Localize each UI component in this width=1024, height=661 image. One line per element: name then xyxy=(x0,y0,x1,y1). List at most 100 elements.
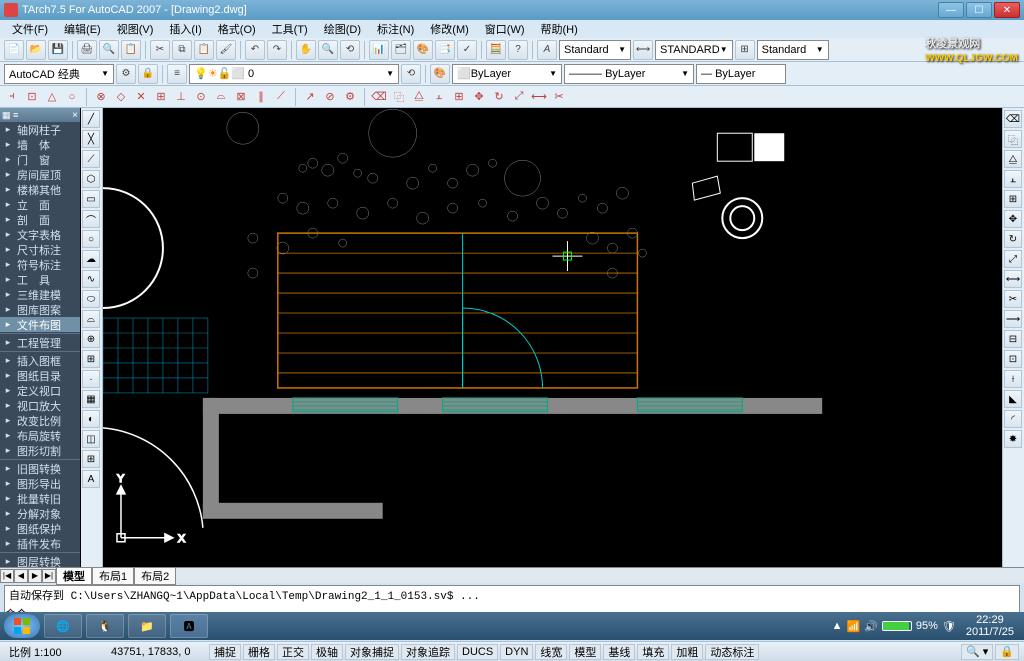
status-toggle[interactable]: 正交 xyxy=(277,644,309,660)
task-explorer-icon[interactable]: 📁 xyxy=(128,614,166,638)
polygon-tool[interactable]: ⬡ xyxy=(82,170,100,188)
tab-nav-button[interactable]: ◀ xyxy=(14,569,28,583)
layer-prev-button[interactable]: ⟲ xyxy=(401,64,421,84)
panel-item[interactable]: ▸改变比例 xyxy=(0,413,80,428)
panel-item[interactable]: ▸工程管理 xyxy=(0,335,80,350)
status-toggle[interactable]: 加粗 xyxy=(671,644,703,660)
hatch-tool[interactable]: ▦ xyxy=(82,390,100,408)
task-qq-icon[interactable]: 🐧 xyxy=(86,614,124,638)
mod-mirror-icon[interactable]: ⧋ xyxy=(411,89,427,105)
panel-item[interactable]: ▸工 具 xyxy=(0,272,80,287)
menu-t[interactable]: 工具(T) xyxy=(264,19,316,39)
workspace-select[interactable]: AutoCAD 经典▼ xyxy=(4,64,114,84)
start-button[interactable] xyxy=(4,614,40,638)
task-autocad-icon[interactable]: 🅰 xyxy=(170,614,208,638)
snap-par-icon[interactable]: ∥ xyxy=(253,89,269,105)
status-toggle[interactable]: 对象追踪 xyxy=(401,644,455,660)
status-toggle[interactable]: DUCS xyxy=(457,644,498,660)
mark-button[interactable]: ✓ xyxy=(457,40,477,60)
panel-item[interactable]: ▸楼梯其他 xyxy=(0,182,80,197)
panel-item[interactable]: ▸布局旋转 xyxy=(0,428,80,443)
line-tool[interactable]: ╱ xyxy=(82,110,100,128)
snap-from-icon[interactable]: ↗ xyxy=(302,89,318,105)
color-button[interactable]: 🎨 xyxy=(430,64,450,84)
tray-flag-icon[interactable]: ▲ xyxy=(832,620,843,632)
tablestyle-icon[interactable]: ⊞ xyxy=(735,40,755,60)
menu-n[interactable]: 标注(N) xyxy=(369,19,422,39)
panel-item[interactable]: ▸视口放大 xyxy=(0,398,80,413)
panel-close-icon[interactable]: × xyxy=(72,110,78,121)
offset-tool[interactable]: ⫠ xyxy=(1004,170,1022,188)
pline-tool[interactable]: ⟋ xyxy=(82,150,100,168)
cut-button[interactable]: ✂ xyxy=(150,40,170,60)
props-button[interactable]: 📊 xyxy=(369,40,389,60)
panel-item[interactable]: ▸图库图案 xyxy=(0,302,80,317)
scale-tool[interactable]: ⤢ xyxy=(1004,250,1022,268)
spline-tool[interactable]: ∿ xyxy=(82,270,100,288)
zoom-button[interactable]: 🔍 xyxy=(318,40,338,60)
zoom-prev-button[interactable]: ⟲ xyxy=(340,40,360,60)
status-toggle[interactable]: 线宽 xyxy=(535,644,567,660)
panel-item[interactable]: ▸剖 面 xyxy=(0,212,80,227)
tab-nav-button[interactable]: ▶ xyxy=(28,569,42,583)
drawing-canvas[interactable]: Y X xyxy=(103,108,1002,567)
fillet-tool[interactable]: ◜ xyxy=(1004,410,1022,428)
snap-app-icon[interactable]: ⊠ xyxy=(233,89,249,105)
linetype-select[interactable]: ——— ByLayer▼ xyxy=(564,64,694,84)
panel-item[interactable]: ▸批量转旧 xyxy=(0,491,80,506)
menu-w[interactable]: 窗口(W) xyxy=(477,19,533,39)
color-select[interactable]: ⬜ByLayer▼ xyxy=(452,64,562,84)
rect-tool[interactable]: ▭ xyxy=(82,190,100,208)
snap-set-icon[interactable]: ⚙ xyxy=(342,89,358,105)
menu-f[interactable]: 文件(F) xyxy=(4,19,56,39)
trim-tool[interactable]: ✂ xyxy=(1004,290,1022,308)
circle-tool[interactable]: ○ xyxy=(82,230,100,248)
annotation-scale-button[interactable]: 🔍 ▾ xyxy=(961,644,993,660)
status-toggle[interactable]: 基线 xyxy=(603,644,635,660)
panel-item[interactable]: ▸定义视口 xyxy=(0,383,80,398)
panel-item[interactable]: ▸门 窗 xyxy=(0,152,80,167)
dimstyle-icon[interactable]: ⟷ xyxy=(633,40,653,60)
ellipse-tool[interactable]: ⬭ xyxy=(82,290,100,308)
paste-button[interactable]: 📋 xyxy=(194,40,214,60)
status-toggle[interactable]: 栅格 xyxy=(243,644,275,660)
lock-button[interactable]: 🔒 xyxy=(995,644,1019,660)
menu-e[interactable]: 编辑(E) xyxy=(56,19,109,39)
break2-tool[interactable]: ⊡ xyxy=(1004,350,1022,368)
panel-item[interactable]: ▸旧图转换 xyxy=(0,461,80,476)
match-button[interactable]: 🖌 xyxy=(216,40,236,60)
panel-item[interactable]: ▸符号标注 xyxy=(0,257,80,272)
mod-trim-icon[interactable]: ✂ xyxy=(551,89,567,105)
layer-manager-button[interactable]: ≡ xyxy=(167,64,187,84)
minimize-button[interactable]: — xyxy=(938,2,964,18)
insert-tool[interactable]: ⊕ xyxy=(82,330,100,348)
panel-item[interactable]: ▸三维建模 xyxy=(0,287,80,302)
revcloud-tool[interactable]: ☁ xyxy=(82,250,100,268)
move-tool[interactable]: ✥ xyxy=(1004,210,1022,228)
panel-item[interactable]: ▸图形切割 xyxy=(0,443,80,458)
gradient-tool[interactable]: ◐ xyxy=(82,410,100,428)
layout-tab[interactable]: 布局2 xyxy=(134,567,176,585)
tray-shield-icon[interactable]: 🛡 xyxy=(942,620,956,633)
panel-header[interactable]: ▦ ≡ × xyxy=(0,108,80,122)
menu-v[interactable]: 视图(V) xyxy=(109,19,162,39)
print-button[interactable]: 🖨 xyxy=(77,40,97,60)
dimstyle-select[interactable]: STANDARD▼ xyxy=(655,40,733,60)
mirror-tool[interactable]: ⧋ xyxy=(1004,150,1022,168)
status-toggle[interactable]: 模型 xyxy=(569,644,601,660)
xline-tool[interactable]: ╳ xyxy=(82,130,100,148)
erase-tool[interactable]: ⌫ xyxy=(1004,110,1022,128)
status-toggle[interactable]: DYN xyxy=(500,644,533,660)
layout-tab[interactable]: 模型 xyxy=(56,567,92,585)
array-tool[interactable]: ⊞ xyxy=(1004,190,1022,208)
layout-tab[interactable]: 布局1 xyxy=(92,567,134,585)
snap-qua-icon[interactable]: ◇ xyxy=(113,89,129,105)
snap-per-icon[interactable]: ⊥ xyxy=(173,89,189,105)
region-tool[interactable]: ◫ xyxy=(82,430,100,448)
stretch-tool[interactable]: ⟷ xyxy=(1004,270,1022,288)
mod-copy-icon[interactable]: ⿻ xyxy=(391,89,407,105)
new-button[interactable]: 📄 xyxy=(4,40,24,60)
mod-offset-icon[interactable]: ⫠ xyxy=(431,89,447,105)
lineweight-select[interactable]: — ByLayer xyxy=(696,64,786,84)
panel-item[interactable]: ▸文字表格 xyxy=(0,227,80,242)
